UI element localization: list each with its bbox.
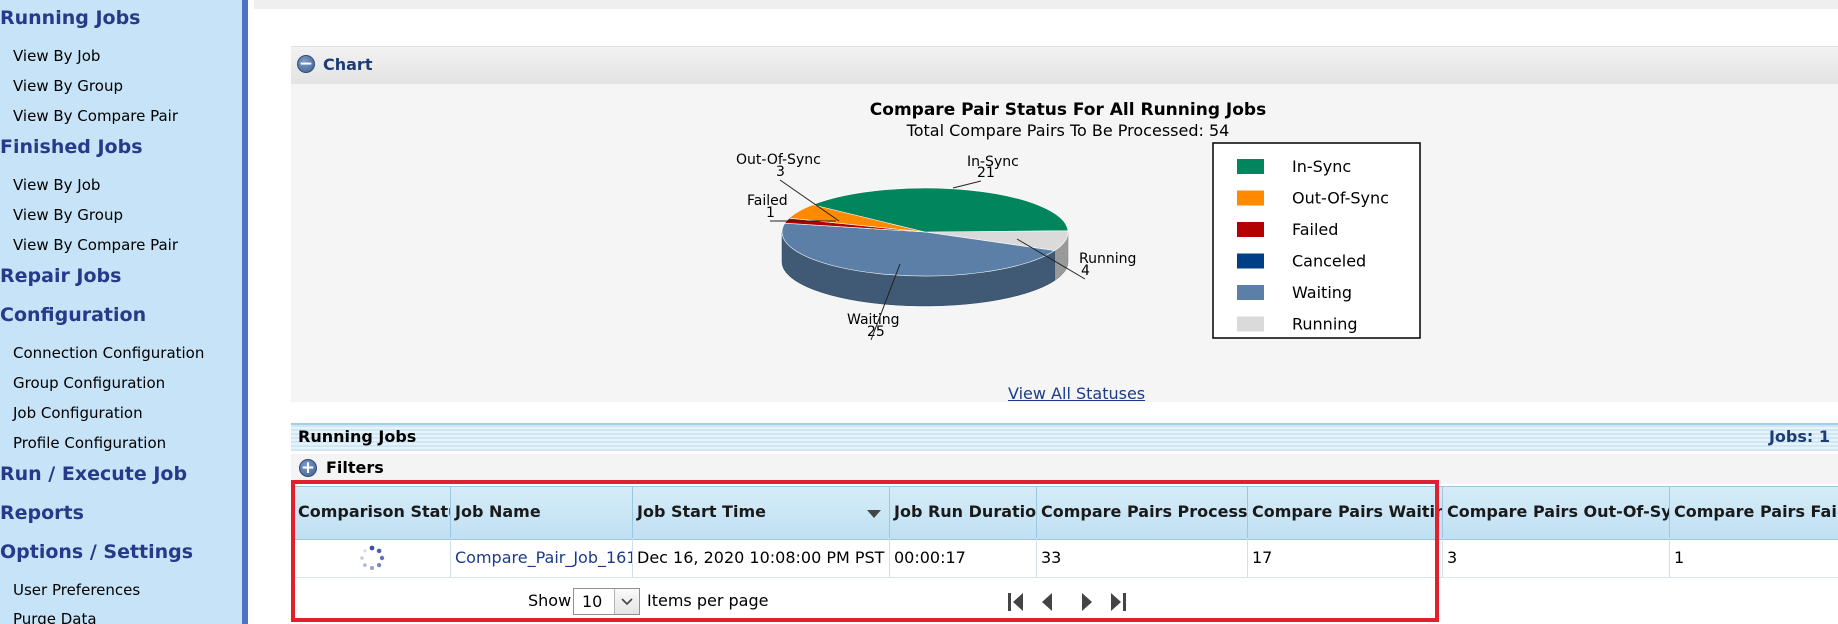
pie-value-in-sync: 21 bbox=[977, 165, 995, 181]
minus-icon: − bbox=[298, 54, 314, 74]
last-page-icon[interactable] bbox=[1108, 590, 1128, 614]
pie-value-out-of-sync: 3 bbox=[776, 164, 785, 180]
nav-group-configuration[interactable]: Group Configuration bbox=[13, 374, 165, 392]
chart-subtitle: Total Compare Pairs To Be Processed: 54 bbox=[906, 121, 1230, 140]
pager-show-label: Show bbox=[528, 591, 572, 610]
table-row-start-time: Dec 16, 2020 10:08:00 PM PST bbox=[633, 539, 890, 577]
legend-label-failed: Failed bbox=[1292, 220, 1338, 239]
spinner-icon bbox=[360, 545, 385, 570]
view-all-statuses-link[interactable]: View All Statuses bbox=[1008, 384, 1145, 403]
nav-repair-jobs[interactable]: Repair Jobs bbox=[0, 265, 121, 287]
column-compare-pairs-waiting[interactable]: Compare Pairs Waiting bbox=[1248, 486, 1443, 538]
pager-items-label: Items per page bbox=[647, 591, 769, 610]
column-compare-pairs-processed[interactable]: Compare Pairs Processed bbox=[1037, 486, 1248, 538]
jobs-count: Jobs: 1 bbox=[1768, 427, 1830, 446]
nav-user-preferences[interactable]: User Preferences bbox=[13, 581, 140, 599]
sort-descending-icon[interactable] bbox=[867, 510, 881, 518]
top-bar bbox=[254, 0, 1838, 9]
nav-running-jobs[interactable]: Running Jobs bbox=[0, 7, 141, 29]
nav-running-view-by-group[interactable]: View By Group bbox=[13, 77, 123, 95]
previous-page-icon[interactable] bbox=[1038, 590, 1056, 614]
legend-label-canceled: Canceled bbox=[1292, 252, 1366, 271]
table-row-failed: 1 bbox=[1674, 548, 1685, 567]
table-row-processed: 33 bbox=[1037, 539, 1248, 577]
expand-filters-button[interactable]: + bbox=[299, 458, 317, 478]
nav-connection-configuration[interactable]: Connection Configuration bbox=[13, 344, 204, 362]
legend-swatch-failed bbox=[1237, 222, 1264, 237]
legend-label-running: Running bbox=[1292, 315, 1358, 334]
page-size-value: 10 bbox=[582, 592, 603, 611]
nav-running-view-by-compare-pair[interactable]: View By Compare Pair bbox=[13, 107, 178, 125]
plus-icon: + bbox=[300, 458, 316, 478]
first-page-icon[interactable] bbox=[1006, 590, 1026, 614]
column-job-name[interactable]: Job Name bbox=[451, 486, 633, 538]
legend-label-out-of-sync: Out-Of-Sync bbox=[1292, 189, 1389, 208]
legend-swatch-canceled bbox=[1237, 253, 1264, 269]
table-row-job-name-cell: Compare_Pair_Job_1612 bbox=[451, 539, 633, 577]
nav-running-view-by-job[interactable]: View By Job bbox=[13, 47, 100, 65]
filters-bar bbox=[291, 454, 1838, 484]
nav-job-configuration[interactable]: Job Configuration bbox=[13, 404, 143, 422]
pie-leader-in-sync bbox=[952, 180, 982, 189]
chart-panel-header bbox=[291, 46, 1838, 84]
running-jobs-header bbox=[291, 423, 1838, 451]
nav-finished-view-by-compare-pair[interactable]: View By Compare Pair bbox=[13, 236, 178, 254]
compare-pair-status-chart: Compare Pair Status For All Running Jobs… bbox=[736, 100, 1421, 341]
next-page-icon[interactable] bbox=[1078, 590, 1096, 614]
column-job-run-duration[interactable]: Job Run Duration bbox=[890, 486, 1037, 538]
nav-profile-configuration[interactable]: Profile Configuration bbox=[13, 434, 166, 452]
pie-value-failed: 1 bbox=[766, 205, 775, 221]
legend-swatch-in-sync bbox=[1237, 159, 1264, 174]
nav-run-execute-job[interactable]: Run / Execute Job bbox=[0, 463, 187, 485]
nav-finished-jobs[interactable]: Finished Jobs bbox=[0, 136, 143, 158]
column-comparison-status[interactable]: Comparison Status bbox=[294, 486, 451, 538]
table-row-out-of-sync: 3 bbox=[1443, 539, 1670, 577]
table-row-waiting: 17 bbox=[1248, 539, 1443, 577]
pie-value-running: 4 bbox=[1081, 263, 1090, 279]
job-name-link[interactable]: Compare_Pair_Job_1612 bbox=[455, 548, 632, 567]
nav-finished-view-by-job[interactable]: View By Job bbox=[13, 176, 100, 194]
chevron-down-icon[interactable] bbox=[614, 589, 639, 614]
page-size-select[interactable]: 10 bbox=[573, 588, 640, 615]
collapse-chart-button[interactable]: − bbox=[297, 54, 315, 74]
chart-panel-title: Chart bbox=[323, 55, 373, 74]
column-compare-pairs-out-of-sync[interactable]: Compare Pairs Out-Of-Sync bbox=[1443, 486, 1670, 538]
legend-swatch-out-of-sync bbox=[1237, 190, 1264, 206]
nav-reports[interactable]: Reports bbox=[0, 502, 84, 524]
filters-label: Filters bbox=[326, 458, 384, 477]
legend-swatch-running bbox=[1237, 316, 1264, 332]
legend-swatch-waiting bbox=[1237, 285, 1264, 300]
sidebar-nav: Running Jobs View By Job View By Group V… bbox=[0, 0, 248, 624]
nav-configuration[interactable]: Configuration bbox=[0, 304, 146, 326]
legend-label-waiting: Waiting bbox=[1292, 283, 1352, 302]
row-divider bbox=[294, 577, 1838, 578]
column-job-start-time[interactable]: Job Start Time bbox=[633, 486, 890, 538]
legend-label-in-sync: In-Sync bbox=[1292, 157, 1351, 176]
chart-title: Compare Pair Status For All Running Jobs bbox=[870, 100, 1266, 120]
table-row-duration: 00:00:17 bbox=[890, 539, 1037, 577]
nav-options-settings[interactable]: Options / Settings bbox=[0, 541, 193, 563]
nav-purge-data[interactable]: Purge Data bbox=[13, 610, 97, 624]
running-jobs-title: Running Jobs bbox=[298, 427, 417, 446]
column-compare-pairs-failed[interactable]: Compare Pairs Failed bbox=[1670, 486, 1838, 538]
nav-finished-view-by-group[interactable]: View By Group bbox=[13, 206, 123, 224]
